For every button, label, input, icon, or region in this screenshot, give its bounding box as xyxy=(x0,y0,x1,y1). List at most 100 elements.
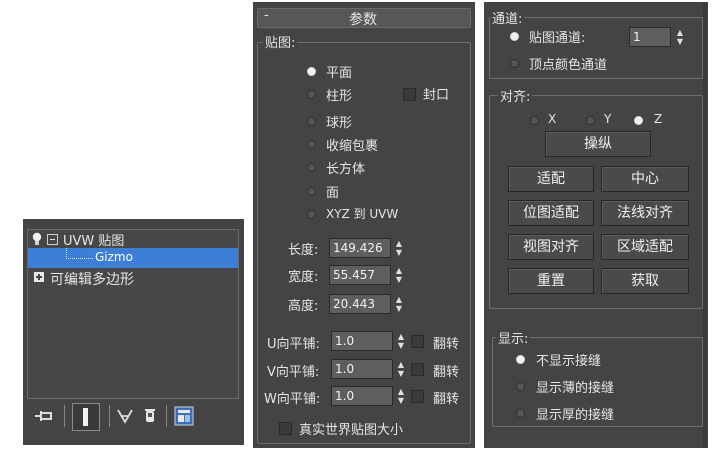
no-seams-radio[interactable] xyxy=(516,355,525,364)
rollout-header[interactable]: - 参数 xyxy=(257,8,471,28)
height-label: 高度: xyxy=(288,299,319,314)
toolbar-separator xyxy=(166,405,167,427)
mapping-type-label: 球形 xyxy=(326,116,353,131)
stack-item-editable-poly[interactable]: 可编辑多边形 xyxy=(28,268,238,288)
thin-seams-label: 显示薄的接缝 xyxy=(536,381,615,396)
axis-x-radio[interactable] xyxy=(530,116,539,125)
stack-item-uvw-map[interactable]: UVW 贴图 xyxy=(28,230,238,249)
remove-modifier-icon[interactable] xyxy=(143,407,157,424)
stack-toolbar xyxy=(23,399,244,439)
u-tile-label: U向平铺: xyxy=(267,337,320,352)
reset-button[interactable]: 重置 xyxy=(508,268,594,294)
mapping-type-radio[interactable] xyxy=(307,67,316,76)
vertex-color-channel-radio[interactable] xyxy=(510,59,519,68)
w-flip-checkbox[interactable] xyxy=(411,390,424,403)
w-tile-label: W向平铺: xyxy=(264,392,321,407)
thick-seams-label: 显示厚的接缝 xyxy=(536,408,615,423)
fit-button[interactable]: 适配 xyxy=(508,166,594,192)
collapse-minus-icon[interactable] xyxy=(47,234,58,245)
mapping-type-label: 收缩包裹 xyxy=(326,139,379,154)
mapping-type-radio[interactable] xyxy=(307,140,316,149)
thick-seams-radio[interactable] xyxy=(516,409,525,418)
width-input[interactable]: 55.457 xyxy=(329,265,391,285)
real-world-map-size-label: 真实世界贴图大小 xyxy=(299,423,404,438)
axis-y-label: Y xyxy=(604,112,612,126)
axis-z-radio[interactable] xyxy=(634,116,643,125)
acquire-button[interactable]: 获取 xyxy=(601,268,689,294)
map-channel-label: 贴图通道: xyxy=(529,31,586,46)
w-tile-input[interactable]: 1.0 xyxy=(331,386,393,406)
make-unique-icon[interactable] xyxy=(116,408,134,424)
show-end-result-button[interactable] xyxy=(72,403,100,431)
w-tile-spinner[interactable]: ▲ ▼ xyxy=(396,387,406,405)
map-channel-input[interactable]: 1 xyxy=(629,27,671,47)
channel-group-title: 通道: xyxy=(490,8,525,27)
vertex-color-channel-label: 顶点颜色通道 xyxy=(529,58,608,73)
thin-seams-radio[interactable] xyxy=(516,382,525,391)
rollout-title: 参数 xyxy=(349,12,377,28)
options-panel: 通道: 贴图通道: 1 ▲ ▼ 顶点颜色通道 对齐: X Y Z 操纵 适配 中心… xyxy=(484,2,708,448)
mapping-type-label: 平面 xyxy=(326,66,353,81)
axis-x-label: X xyxy=(548,112,557,126)
v-tile-input[interactable]: 1.0 xyxy=(331,359,393,379)
show-end-result-icon xyxy=(83,408,88,426)
width-spinner[interactable]: ▲ ▼ xyxy=(394,266,404,284)
stack-subitem-label: Gizmo xyxy=(95,250,133,264)
v-tile-label: V向平铺: xyxy=(267,365,320,380)
parameters-rollout: - 参数 贴图: 封口 长度: 149.426 ▲ ▼ 宽度: 55.457 ▲ ▼… xyxy=(253,2,475,448)
v-flip-label: 翻转 xyxy=(433,365,460,380)
mapping-type-label: 柱形 xyxy=(326,89,353,104)
stack-item-label: 可编辑多边形 xyxy=(50,272,134,288)
display-group-title: 显示: xyxy=(496,328,531,347)
normal-align-button[interactable]: 法线对齐 xyxy=(601,200,689,226)
map-channel-spinner[interactable]: ▲ ▼ xyxy=(675,28,685,46)
modifier-stack-panel: UVW 贴图 Gizmo 可编辑多边形 xyxy=(23,219,244,445)
collapse-minus-icon: - xyxy=(264,8,269,23)
v-tile-spinner[interactable]: ▲ ▼ xyxy=(396,360,406,378)
axis-z-label: Z xyxy=(654,112,663,126)
axis-y-radio[interactable] xyxy=(586,116,595,125)
u-flip-checkbox[interactable] xyxy=(411,335,424,348)
lightbulb-icon[interactable] xyxy=(31,232,43,246)
stack-item-gizmo[interactable]: Gizmo xyxy=(28,248,238,268)
mapping-type-radio[interactable] xyxy=(307,117,316,126)
configure-modifier-sets-icon[interactable] xyxy=(174,406,194,426)
mapping-type-label: XYZ 到 UVW xyxy=(326,207,399,221)
width-label: 宽度: xyxy=(288,270,319,285)
pin-stack-icon[interactable] xyxy=(33,408,55,424)
alignment-group-title: 对齐: xyxy=(498,86,533,105)
mapping-type-label: 面 xyxy=(326,186,340,201)
length-spinner[interactable]: ▲ ▼ xyxy=(394,239,404,257)
length-input[interactable]: 149.426 xyxy=(329,238,391,258)
cap-label: 封口 xyxy=(423,88,450,103)
w-flip-label: 翻转 xyxy=(433,392,460,407)
center-button[interactable]: 中心 xyxy=(601,166,689,192)
real-world-map-size-checkbox[interactable] xyxy=(279,422,292,435)
mapping-type-radio[interactable] xyxy=(307,187,316,196)
height-spinner[interactable]: ▲ ▼ xyxy=(394,295,404,313)
u-tile-spinner[interactable]: ▲ ▼ xyxy=(396,332,406,350)
scrollbar[interactable] xyxy=(703,2,707,448)
region-fit-button[interactable]: 区域适配 xyxy=(601,234,689,260)
cap-checkbox[interactable] xyxy=(403,88,416,101)
no-seams-label: 不显示接缝 xyxy=(536,354,602,369)
expand-plus-icon[interactable] xyxy=(34,272,44,282)
manipulate-button[interactable]: 操纵 xyxy=(545,131,651,157)
mapping-type-radio[interactable] xyxy=(307,210,316,219)
tree-connector xyxy=(66,248,93,259)
view-align-button[interactable]: 视图对齐 xyxy=(508,234,594,260)
bitmap-fit-button[interactable]: 位图适配 xyxy=(508,200,594,226)
mapping-type-radio[interactable] xyxy=(307,163,316,172)
toolbar-separator xyxy=(109,405,110,427)
v-flip-checkbox[interactable] xyxy=(411,363,424,376)
u-tile-input[interactable]: 1.0 xyxy=(331,331,393,351)
stack-item-label: UVW 贴图 xyxy=(63,234,125,249)
mapping-type-label: 长方体 xyxy=(326,162,366,177)
modifier-stack-list: UVW 贴图 Gizmo 可编辑多边形 xyxy=(27,229,239,399)
u-flip-label: 翻转 xyxy=(433,337,460,352)
length-label: 长度: xyxy=(288,243,319,258)
height-input[interactable]: 20.443 xyxy=(329,294,391,314)
toolbar-separator xyxy=(64,405,65,427)
map-channel-radio[interactable] xyxy=(510,32,519,41)
mapping-type-radio[interactable] xyxy=(307,90,316,99)
